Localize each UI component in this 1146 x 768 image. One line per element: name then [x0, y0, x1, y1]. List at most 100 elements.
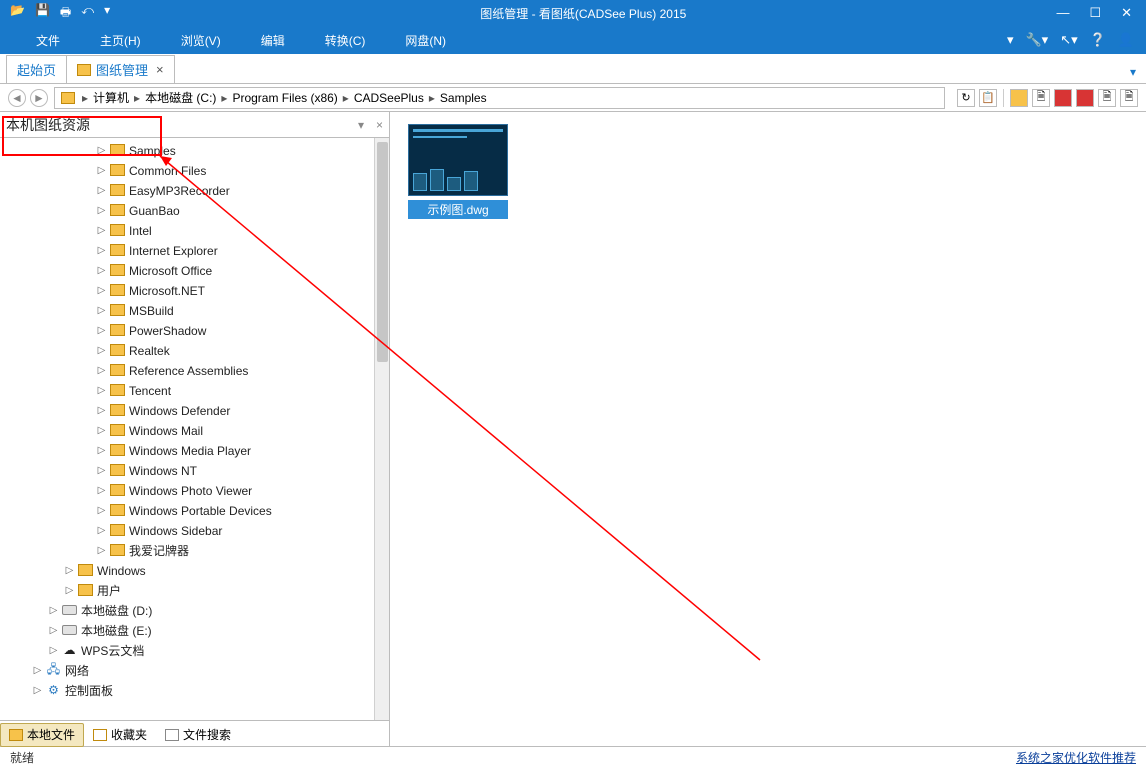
- pointer-icon[interactable]: ↖▾: [1060, 32, 1077, 48]
- expand-icon[interactable]: ▷: [96, 185, 107, 196]
- tree-item[interactable]: ▷Windows Portable Devices: [0, 500, 389, 520]
- nav-back-button[interactable]: ◄: [8, 89, 26, 107]
- minimize-button[interactable]: —: [1056, 5, 1069, 21]
- tree-item[interactable]: ▷Windows NT: [0, 460, 389, 480]
- open-icon[interactable]: 📂: [10, 3, 25, 24]
- expand-icon[interactable]: ▷: [96, 325, 107, 336]
- tree-item[interactable]: ▷EasyMP3Recorder: [0, 180, 389, 200]
- refresh-icon[interactable]: ↻: [957, 89, 975, 107]
- expand-icon[interactable]: ▷: [96, 485, 107, 496]
- tree-item[interactable]: ▷我爱记牌器: [0, 540, 389, 560]
- tree-item[interactable]: ▷本地磁盘 (D:): [0, 600, 389, 620]
- expand-icon[interactable]: ▷: [96, 165, 107, 176]
- tree-item[interactable]: ▷Reference Assemblies: [0, 360, 389, 380]
- tree-item[interactable]: ▷Common Files: [0, 160, 389, 180]
- expand-icon[interactable]: ▷: [96, 425, 107, 436]
- print-icon[interactable]: 🖶: [60, 3, 71, 24]
- tree-item[interactable]: ▷用户: [0, 580, 389, 600]
- tree-item[interactable]: ▷Windows Sidebar: [0, 520, 389, 540]
- crumb-samples[interactable]: Samples: [438, 91, 489, 105]
- expand-icon[interactable]: ▷: [96, 225, 107, 236]
- expand-icon[interactable]: ▷: [96, 285, 107, 296]
- sidebar-close-icon[interactable]: ×: [370, 118, 389, 132]
- tree-item[interactable]: ▷🖧网络: [0, 660, 389, 680]
- file-item[interactable]: 示例图.dwg: [408, 124, 508, 219]
- tool-icon-1[interactable]: [1010, 89, 1028, 107]
- tree-item[interactable]: ▷Samples: [0, 140, 389, 160]
- user-icon[interactable]: 👤: [1118, 32, 1134, 48]
- tab-drawings[interactable]: 图纸管理 ×: [66, 55, 175, 83]
- sidebar-menu-icon[interactable]: ▾: [352, 118, 370, 132]
- menu-convert[interactable]: 转换(C): [305, 32, 386, 49]
- close-button[interactable]: ✕: [1121, 5, 1132, 21]
- tree-item[interactable]: ▷Internet Explorer: [0, 240, 389, 260]
- tool-icon-6[interactable]: 🗎: [1120, 89, 1138, 107]
- tool-icon-3[interactable]: [1054, 89, 1072, 107]
- tree-item[interactable]: ▷Windows: [0, 560, 389, 580]
- expand-icon[interactable]: ▷: [32, 665, 43, 676]
- file-pane[interactable]: 示例图.dwg: [390, 112, 1146, 746]
- menu-edit[interactable]: 编辑: [241, 32, 305, 49]
- tree-item[interactable]: ▷MSBuild: [0, 300, 389, 320]
- expand-icon[interactable]: ▷: [96, 145, 107, 156]
- address-bar[interactable]: ▸ 计算机 ▸ 本地磁盘 (C:) ▸ Program Files (x86) …: [54, 87, 945, 109]
- expand-icon[interactable]: ▷: [96, 365, 107, 376]
- menu-dropdown-icon[interactable]: ▾: [1007, 32, 1014, 48]
- panel-tab-local[interactable]: 本地文件: [0, 723, 84, 747]
- tree-item[interactable]: ▷Intel: [0, 220, 389, 240]
- tree-item[interactable]: ▷GuanBao: [0, 200, 389, 220]
- expand-icon[interactable]: ▷: [48, 645, 59, 656]
- expand-icon[interactable]: ▷: [48, 625, 59, 636]
- menu-file[interactable]: 文件: [16, 32, 80, 49]
- help-icon[interactable]: ❔: [1090, 32, 1106, 48]
- tree-item[interactable]: ▷Windows Media Player: [0, 440, 389, 460]
- tree-item[interactable]: ▷Windows Photo Viewer: [0, 480, 389, 500]
- prev-icon[interactable]: ⤺: [81, 3, 94, 24]
- tool-icon-4[interactable]: [1076, 89, 1094, 107]
- expand-icon[interactable]: ▷: [32, 685, 43, 696]
- expand-icon[interactable]: ▷: [96, 405, 107, 416]
- tree-item[interactable]: ▷PowerShadow: [0, 320, 389, 340]
- expand-icon[interactable]: ▷: [96, 345, 107, 356]
- expand-icon[interactable]: ▷: [96, 525, 107, 536]
- panel-tab-search[interactable]: 文件搜索: [156, 723, 240, 747]
- expand-icon[interactable]: ▷: [96, 385, 107, 396]
- maximize-button[interactable]: ☐: [1089, 5, 1101, 21]
- expand-icon[interactable]: ▷: [96, 545, 107, 556]
- menu-netdisk[interactable]: 网盘(N): [385, 32, 466, 49]
- tree-item[interactable]: ▷Microsoft.NET: [0, 280, 389, 300]
- expand-icon[interactable]: ▷: [64, 585, 75, 596]
- expand-icon[interactable]: ▷: [96, 265, 107, 276]
- tab-close-icon[interactable]: ×: [156, 62, 164, 77]
- expand-icon[interactable]: ▷: [96, 305, 107, 316]
- wrench-icon[interactable]: 🔧▾: [1025, 32, 1048, 48]
- expand-icon[interactable]: ▷: [48, 605, 59, 616]
- tree-item[interactable]: ▷⚙控制面板: [0, 680, 389, 700]
- tab-start[interactable]: 起始页: [6, 55, 67, 83]
- crumb-drive[interactable]: 本地磁盘 (C:): [143, 89, 218, 106]
- nav-forward-button[interactable]: ►: [30, 89, 48, 107]
- expand-icon[interactable]: ▷: [96, 505, 107, 516]
- panel-tab-fav[interactable]: 收藏夹: [84, 723, 156, 747]
- menu-home[interactable]: 主页(H): [80, 32, 161, 49]
- crumb-app[interactable]: CADSeePlus: [352, 91, 426, 105]
- tree-item[interactable]: ▷Windows Defender: [0, 400, 389, 420]
- menu-view[interactable]: 浏览(V): [161, 32, 241, 49]
- tree-item[interactable]: ▷Windows Mail: [0, 420, 389, 440]
- tree-item[interactable]: ▷Microsoft Office: [0, 260, 389, 280]
- tree-item[interactable]: ▷Tencent: [0, 380, 389, 400]
- copy-path-icon[interactable]: 📋: [979, 89, 997, 107]
- expand-icon[interactable]: ▷: [64, 565, 75, 576]
- crumb-programfiles[interactable]: Program Files (x86): [230, 91, 339, 105]
- tree-item[interactable]: ▷☁WPS云文档: [0, 640, 389, 660]
- crumb-computer[interactable]: 计算机: [91, 89, 131, 106]
- tool-icon-2[interactable]: 🗎: [1032, 89, 1050, 107]
- status-link[interactable]: 系统之家优化软件推荐: [1016, 749, 1136, 766]
- save-icon[interactable]: 💾: [35, 3, 50, 24]
- expand-icon[interactable]: ▷: [96, 445, 107, 456]
- tool-icon-5[interactable]: 🗎: [1098, 89, 1116, 107]
- expand-icon[interactable]: ▷: [96, 205, 107, 216]
- tabbar-dropdown-icon[interactable]: ▾: [1120, 61, 1146, 83]
- tree-item[interactable]: ▷本地磁盘 (E:): [0, 620, 389, 640]
- tree-scrollbar[interactable]: [374, 138, 389, 720]
